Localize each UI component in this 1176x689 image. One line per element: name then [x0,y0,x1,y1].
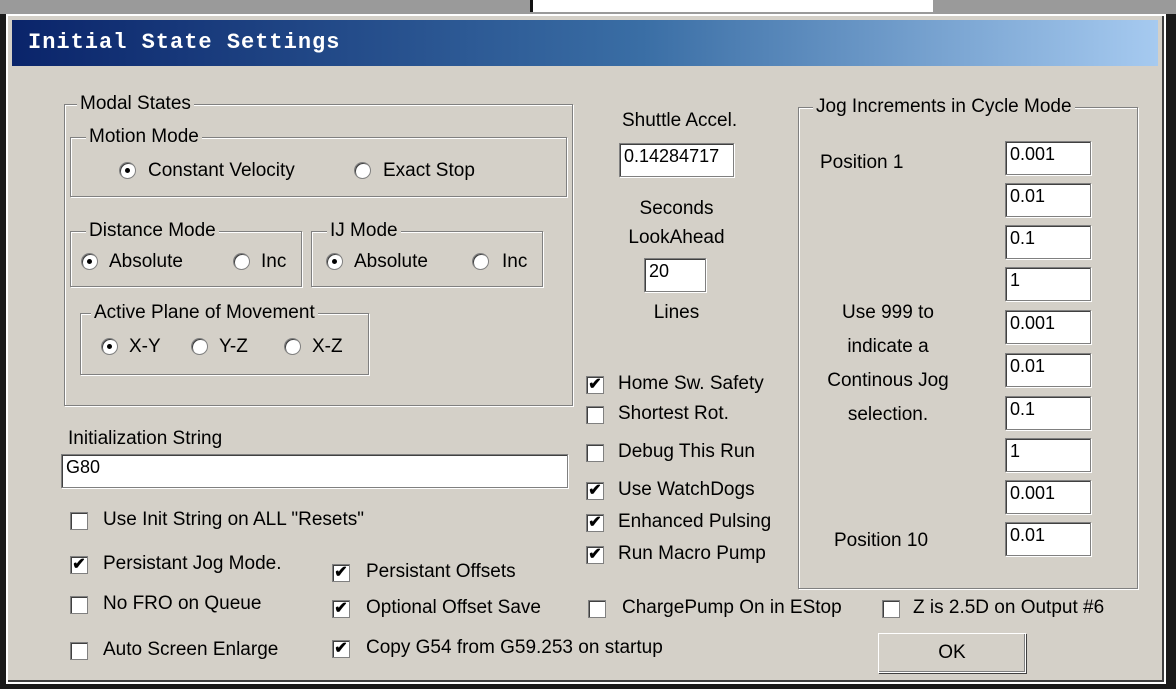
enhanced-pulsing-label[interactable]: Enhanced Pulsing [618,511,771,533]
z-25d-output-label[interactable]: Z is 2.5D on Output #6 [913,597,1104,619]
copy-g54-label[interactable]: Copy G54 from G59.253 on startup [366,637,663,659]
ij-absolute-label[interactable]: Absolute [354,251,428,273]
dialog-title: Initial State Settings [28,30,341,55]
jog-hint-line-1: Use 999 to [842,302,934,323]
distance-mode-group: Distance Mode Absolute Inc [70,220,302,287]
dialog-titlebar[interactable]: Initial State Settings [12,20,1158,66]
debug-this-run-label[interactable]: Debug This Run [618,441,755,463]
z-25d-output-checkbox[interactable] [882,600,900,618]
constant-velocity-radio[interactable] [119,162,136,179]
persistant-offsets-checkbox[interactable]: ✔ [332,564,350,582]
lines-label: Lines [653,302,700,323]
use-init-all-resets-label[interactable]: Use Init String on ALL "Resets" [103,509,364,531]
jog-position-9-input[interactable]: 0.001 [1005,480,1091,514]
lookahead-label: LookAhead [628,227,725,248]
init-string-label: Initialization String [68,428,223,449]
jog-position-2-input[interactable]: 0.01 [1005,183,1091,217]
no-fro-on-queue-label[interactable]: No FRO on Queue [103,593,261,615]
plane-xy-label[interactable]: X-Y [129,336,161,358]
jog-position-8-input[interactable]: 1 [1005,438,1091,472]
use-init-all-resets-checkbox[interactable] [70,512,88,530]
copy-g54-checkbox[interactable]: ✔ [332,640,350,658]
persistant-offsets-label[interactable]: Persistant Offsets [366,561,516,583]
plane-yz-label[interactable]: Y-Z [219,336,248,358]
shortest-rot-checkbox[interactable] [586,406,604,424]
initial-state-settings-dialog: Initial State Settings Modal States Moti… [6,14,1166,684]
ij-mode-group: IJ Mode Absolute Inc [311,220,543,287]
exact-stop-radio[interactable] [354,162,371,179]
optional-offset-save-checkbox[interactable]: ✔ [332,600,350,618]
home-sw-safety-label[interactable]: Home Sw. Safety [618,373,764,395]
shuttle-accel-input[interactable]: 0.14284717 [619,143,734,177]
plane-xy-radio[interactable] [101,338,118,355]
chargepump-estop-label[interactable]: ChargePump On in EStop [622,597,842,619]
jog-position-10-input[interactable]: 0.01 [1005,522,1091,556]
background-window-strip [0,0,1176,14]
use-watchdogs-label[interactable]: Use WatchDogs [618,479,755,501]
enhanced-pulsing-checkbox[interactable]: ✔ [586,514,604,532]
active-plane-legend: Active Plane of Movement [91,302,318,324]
distance-inc-radio[interactable] [233,253,250,270]
modal-states-group: Modal States Motion Mode Constant Veloci… [64,93,573,406]
optional-offset-save-label[interactable]: Optional Offset Save [366,597,541,619]
use-watchdogs-checkbox[interactable]: ✔ [586,482,604,500]
persistant-jog-mode-label[interactable]: Persistant Jog Mode. [103,553,281,575]
init-string-input[interactable]: G80 [61,454,568,488]
ij-mode-legend: IJ Mode [327,220,401,242]
motion-mode-group: Motion Mode Constant Velocity Exact Stop [70,126,567,197]
jog-position-4-input[interactable]: 1 [1005,267,1091,301]
chargepump-estop-checkbox[interactable] [588,600,606,618]
no-fro-on-queue-checkbox[interactable] [70,596,88,614]
distance-absolute-label[interactable]: Absolute [109,251,183,273]
ok-button[interactable]: OK [878,633,1026,673]
background-window-panel [530,0,933,12]
plane-yz-radio[interactable] [191,338,208,355]
modal-states-legend: Modal States [77,93,194,115]
jog-position-3-input[interactable]: 0.1 [1005,225,1091,259]
jog-hint-line-3: Continous Jog [827,370,949,391]
position-10-label: Position 10 [834,530,929,551]
home-sw-safety-checkbox[interactable]: ✔ [586,376,604,394]
run-macro-pump-label[interactable]: Run Macro Pump [618,543,766,565]
constant-velocity-label[interactable]: Constant Velocity [148,160,295,182]
distance-absolute-radio[interactable] [81,253,98,270]
ij-inc-label[interactable]: Inc [502,251,527,273]
ij-absolute-radio[interactable] [326,253,343,270]
jog-hint-line-2: indicate a [847,336,929,357]
plane-xz-radio[interactable] [284,338,301,355]
jog-position-5-input[interactable]: 0.001 [1005,310,1091,344]
persistant-jog-mode-checkbox[interactable]: ✔ [70,556,88,574]
plane-xz-label[interactable]: X-Z [312,336,343,358]
shuttle-accel-label: Shuttle Accel. [622,110,738,131]
jog-hint-line-4: selection. [847,404,929,425]
auto-screen-enlarge-label[interactable]: Auto Screen Enlarge [103,639,278,661]
position-1-label: Position 1 [820,152,904,173]
jog-position-1-input[interactable]: 0.001 [1005,141,1091,175]
jog-position-7-input[interactable]: 0.1 [1005,396,1091,430]
run-macro-pump-checkbox[interactable]: ✔ [586,546,604,564]
active-plane-group: Active Plane of Movement X-Y Y-Z X-Z [80,302,369,375]
seconds-label: Seconds [639,198,714,219]
auto-screen-enlarge-checkbox[interactable] [70,642,88,660]
jog-position-6-input[interactable]: 0.01 [1005,353,1091,387]
jog-increments-legend: Jog Increments in Cycle Mode [813,96,1075,118]
debug-this-run-checkbox[interactable] [586,444,604,462]
shortest-rot-label[interactable]: Shortest Rot. [618,403,729,425]
exact-stop-label[interactable]: Exact Stop [383,160,475,182]
ij-inc-radio[interactable] [472,253,489,270]
motion-mode-legend: Motion Mode [86,126,202,148]
lookahead-input[interactable]: 20 [644,258,706,292]
distance-mode-legend: Distance Mode [86,220,219,242]
distance-inc-label[interactable]: Inc [261,251,286,273]
